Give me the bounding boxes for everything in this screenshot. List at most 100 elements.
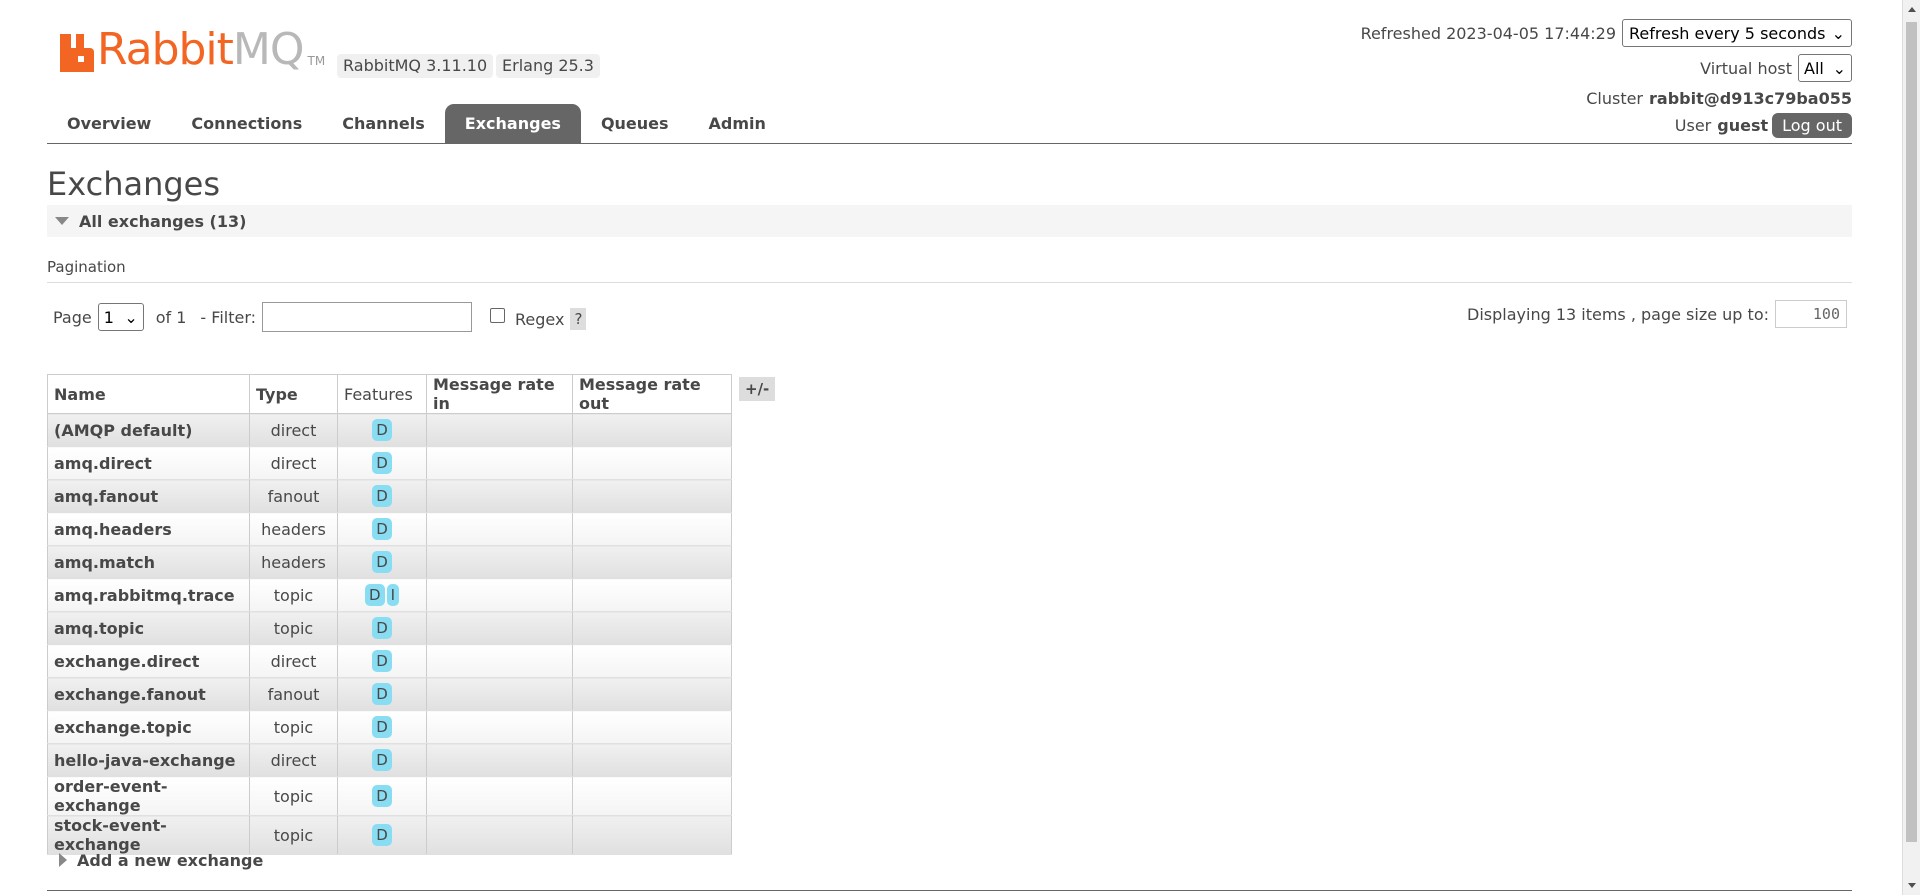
vertical-scrollbar[interactable]	[1902, 0, 1920, 895]
tab-connections[interactable]: Connections	[171, 104, 322, 144]
page-size-input[interactable]: 100	[1775, 300, 1847, 328]
column-header-rate-in[interactable]: Message rate in	[426, 374, 573, 414]
column-header-type[interactable]: Type	[249, 374, 338, 414]
triangle-down-icon	[55, 217, 69, 225]
feature-badge: D	[372, 485, 392, 507]
vhost-label: Virtual host	[1700, 58, 1792, 78]
refresh-interval-select[interactable]: Refresh every 5 seconds ⌄	[1622, 19, 1852, 47]
exchange-features: DI	[337, 578, 427, 612]
tab-queues[interactable]: Queues	[581, 104, 689, 144]
filter-input[interactable]	[262, 302, 473, 332]
message-rate-out	[572, 512, 732, 546]
feature-badge: D	[372, 749, 392, 771]
logo-trademark: TM	[307, 54, 326, 68]
table-row[interactable]: exchange.direct direct D	[47, 644, 732, 678]
page-select[interactable]: 1 ⌄	[97, 303, 144, 331]
divider	[47, 890, 1852, 891]
feature-badge: D	[372, 518, 392, 540]
scroll-up-arrow-icon[interactable]	[1908, 7, 1916, 12]
vhost-value: All	[1804, 58, 1824, 78]
exchange-name-link[interactable]: (AMQP default)	[47, 413, 250, 447]
message-rate-in	[426, 479, 573, 513]
table-row[interactable]: hello-java-exchange direct D	[47, 743, 732, 777]
add-exchange-label: Add a new exchange	[77, 850, 264, 870]
exchange-name-link[interactable]: amq.direct	[47, 446, 250, 480]
exchange-features: D	[337, 644, 427, 678]
column-header-name[interactable]: Name	[47, 374, 250, 414]
message-rate-out	[572, 545, 732, 579]
exchange-type: headers	[249, 512, 338, 546]
tab-exchanges[interactable]: Exchanges	[444, 104, 581, 144]
message-rate-in	[426, 545, 573, 579]
message-rate-in	[426, 512, 573, 546]
page-label: Page	[53, 307, 92, 327]
vhost-select[interactable]: All ⌄	[1798, 54, 1852, 82]
exchange-type: topic	[249, 578, 338, 612]
exchange-name-link[interactable]: exchange.fanout	[47, 677, 250, 711]
table-row[interactable]: exchange.fanout fanout D	[47, 677, 732, 711]
exchange-name-link[interactable]: amq.fanout	[47, 479, 250, 513]
message-rate-in	[426, 677, 573, 711]
logo-wordmark: RabbitMQ	[97, 24, 305, 75]
table-row[interactable]: amq.headers headers D	[47, 512, 732, 546]
feature-badge: D	[372, 650, 392, 672]
exchange-features: D	[337, 743, 427, 777]
exchange-name-link[interactable]: order-event-exchange	[47, 776, 250, 816]
page-count-label: of 1	[155, 307, 187, 327]
table-row[interactable]: amq.fanout fanout D	[47, 479, 732, 513]
exchange-type: direct	[249, 413, 338, 447]
message-rate-in	[426, 446, 573, 480]
table-row[interactable]: amq.match headers D	[47, 545, 732, 579]
add-exchange-toggle[interactable]: Add a new exchange	[47, 844, 1852, 876]
table-row[interactable]: (AMQP default) direct D	[47, 413, 732, 447]
regex-help-button[interactable]: ?	[570, 308, 587, 330]
exchanges-table: Name Type Features Message rate in Messa…	[47, 374, 732, 855]
exchange-name-link[interactable]: amq.rabbitmq.trace	[47, 578, 250, 612]
message-rate-out	[572, 776, 732, 816]
message-rate-out	[572, 677, 732, 711]
scroll-down-arrow-icon[interactable]	[1908, 883, 1916, 888]
exchange-name-link[interactable]: exchange.topic	[47, 710, 250, 744]
message-rate-in	[426, 743, 573, 777]
pagination-controls: Page 1 ⌄ of 1 - Filter: Regex ?	[53, 302, 587, 332]
message-rate-out	[572, 413, 732, 447]
exchange-name-link[interactable]: hello-java-exchange	[47, 743, 250, 777]
exchange-name-link[interactable]: exchange.direct	[47, 644, 250, 678]
exchange-features: D	[337, 611, 427, 645]
feature-badge: I	[386, 584, 399, 606]
all-exchanges-toggle[interactable]: All exchanges (13)	[47, 205, 1852, 237]
rabbitmq-logo[interactable]: RabbitMQ TM	[60, 26, 325, 74]
table-row[interactable]: amq.topic topic D	[47, 611, 732, 645]
exchange-type: fanout	[249, 677, 338, 711]
chevron-down-icon: ⌄	[1831, 23, 1845, 43]
message-rate-in	[426, 578, 573, 612]
exchange-name-link[interactable]: amq.topic	[47, 611, 250, 645]
all-exchanges-label: All exchanges (13)	[79, 211, 247, 231]
exchange-name-link[interactable]: amq.headers	[47, 512, 250, 546]
scrollbar-thumb[interactable]	[1906, 22, 1917, 842]
column-toggle-button[interactable]: +/-	[739, 377, 776, 401]
table-header-row: Name Type Features Message rate in Messa…	[47, 374, 732, 414]
table-row[interactable]: order-event-exchange topic D	[47, 776, 732, 816]
feature-badge: D	[372, 419, 392, 441]
message-rate-out	[572, 644, 732, 678]
tab-channels[interactable]: Channels	[322, 104, 445, 144]
table-row[interactable]: amq.rabbitmq.trace topic D I	[47, 578, 732, 612]
exchange-name-link[interactable]: amq.match	[47, 545, 250, 579]
regex-checkbox[interactable]	[490, 307, 506, 323]
refresh-interval-value: Refresh every 5 seconds	[1629, 23, 1826, 43]
filter-label: - Filter:	[200, 307, 257, 327]
table-row[interactable]: amq.direct direct D	[47, 446, 732, 480]
tab-overview[interactable]: Overview	[47, 104, 171, 144]
rabbitmq-version-badge: RabbitMQ 3.11.10	[337, 54, 494, 78]
exchange-features: D	[337, 545, 427, 579]
chevron-down-icon: ⌄	[1832, 58, 1846, 78]
message-rate-in	[426, 413, 573, 447]
exchange-features: D	[337, 677, 427, 711]
page-select-value: 1	[103, 307, 114, 327]
column-header-rate-out[interactable]: Message rate out	[572, 374, 732, 414]
table-row[interactable]: exchange.topic topic D	[47, 710, 732, 744]
tab-admin[interactable]: Admin	[689, 104, 786, 144]
exchange-type: direct	[249, 446, 338, 480]
exchange-type: topic	[249, 611, 338, 645]
